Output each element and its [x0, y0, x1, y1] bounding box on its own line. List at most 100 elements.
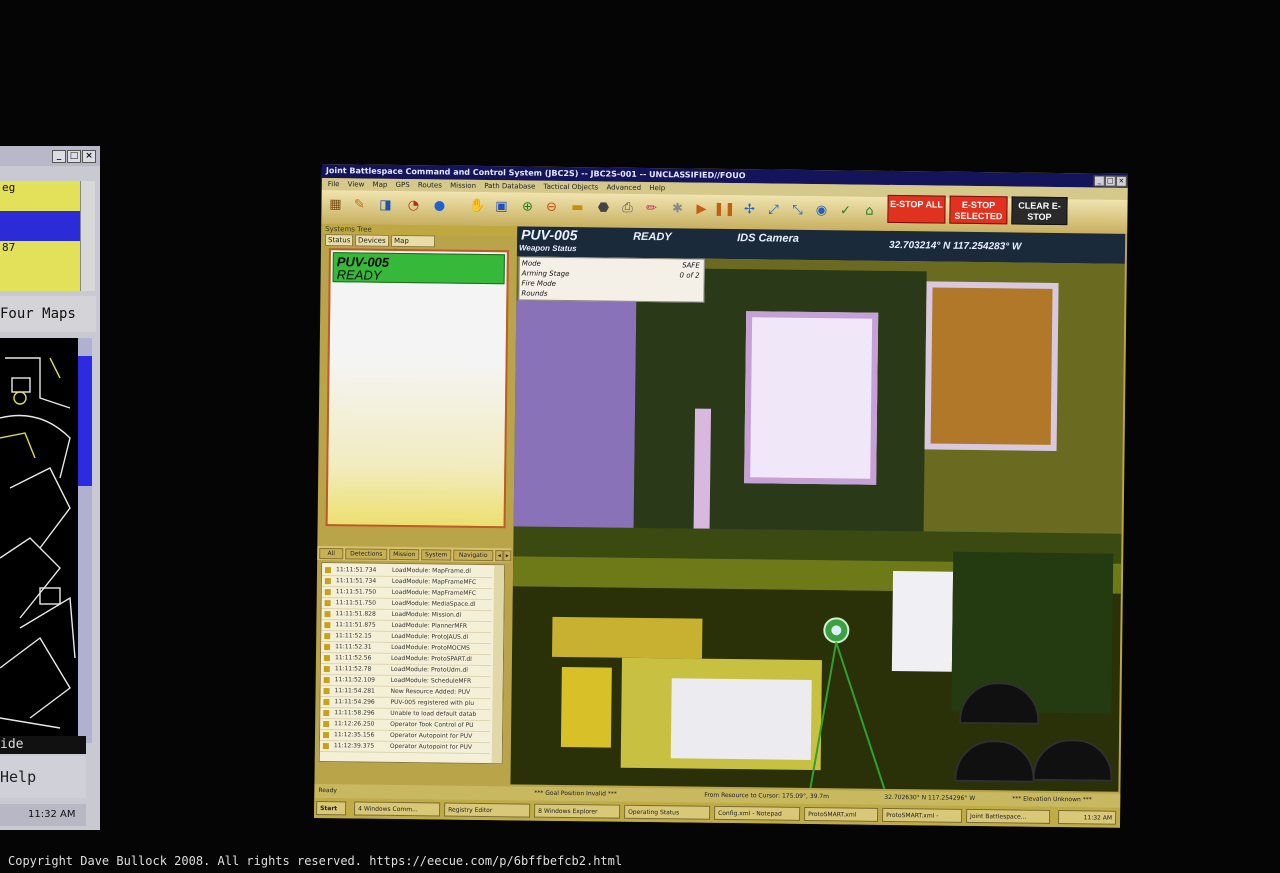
menu-gps[interactable]: GPS [396, 181, 410, 189]
maximize-button[interactable]: □ [1104, 175, 1116, 187]
log-tab-scroll-right[interactable]: ▸ [503, 550, 512, 562]
arming-stage-value: 0 of 2 [679, 271, 700, 280]
weapon-mode-label: Mode [521, 259, 541, 268]
log-message: Unable to load default datab [390, 709, 477, 718]
zoom-in-icon[interactable]: ⊕ [517, 197, 537, 217]
log-tab-detections[interactable]: Detections [345, 548, 388, 560]
aerial-camera-view[interactable]: Mode SAFE Arming Stage 0 of 2 Fire Mode … [510, 256, 1125, 792]
layers-icon[interactable]: ◨ [375, 196, 395, 216]
tab-status[interactable]: Status [324, 234, 354, 247]
log-time: 11:11:51.734 [336, 566, 377, 574]
menu-tactical-objects[interactable]: Tactical Objects [543, 183, 598, 192]
log-tab-system[interactable]: System [421, 549, 452, 561]
menu-mission[interactable]: Mission [450, 182, 476, 190]
route-icon[interactable]: ⤢ [763, 200, 783, 220]
open-icon[interactable]: ▦ [325, 195, 345, 215]
tab-devices[interactable]: Devices [354, 234, 390, 247]
gear-icon[interactable]: ✱ [667, 199, 687, 219]
vehicle-item[interactable]: PUV-005 READY [332, 252, 505, 285]
rounds-label: Rounds [521, 289, 548, 298]
globe-icon[interactable]: ● [429, 196, 449, 216]
log-time: 11:11:51.750 [335, 599, 376, 607]
play-icon[interactable]: ▶ [691, 200, 711, 220]
estop-all-button[interactable]: E-STOP ALL [887, 194, 946, 224]
help-button[interactable]: Help [0, 756, 86, 798]
task-operating-status[interactable]: Operating Status [624, 804, 711, 820]
start-button[interactable]: Start [316, 800, 347, 816]
left-list-row[interactable]: eg [0, 181, 80, 211]
log-message: LoadModule: MediaSpace.dl [391, 599, 476, 608]
vehicle-marker[interactable] [800, 610, 902, 791]
log-severity-icon [324, 644, 331, 651]
left-list-row[interactable]: 87 [0, 241, 80, 291]
camera-coordinates: 32.703214° N 117.254283° W [888, 239, 1022, 253]
close-button[interactable]: × [1115, 175, 1127, 187]
estop-selected-button[interactable]: E-STOP SELECTED [949, 195, 1008, 225]
clear-estop-label: CLEAR E-STOP [1018, 200, 1061, 222]
menu-path-database[interactable]: Path Database [484, 182, 535, 191]
clear-estop-button[interactable]: CLEAR E-STOP [1011, 196, 1068, 226]
log-message: LoadModule: ProtoSPART.dl [390, 654, 472, 663]
log-tab-mission[interactable]: Mission [389, 548, 420, 561]
task-registry-editor[interactable]: Registry Editor [444, 802, 531, 818]
log-message: Operator Autopoint for PUV [389, 731, 473, 740]
pencil-icon[interactable]: ✏ [641, 199, 661, 219]
log-tab-scroll-left[interactable]: ◂ [495, 550, 504, 562]
log-row[interactable]: 11:12:39.375 Operator Autopoint for PUV [319, 741, 490, 755]
menu-routes[interactable]: Routes [418, 181, 442, 189]
menu-advanced[interactable]: Advanced [606, 183, 641, 191]
fill-icon[interactable]: ⬣ [593, 198, 613, 218]
building-roof [551, 616, 703, 659]
left-monitor: _ □ × eg 87 Four Maps ide Help 11:32 AM [0, 146, 100, 830]
check-icon[interactable]: ✓ [835, 201, 855, 221]
camera-vehicle-status: READY [633, 230, 672, 244]
broom-icon[interactable]: ✎ [349, 195, 369, 215]
log-severity-icon [324, 578, 331, 585]
menu-file[interactable]: File [328, 180, 340, 188]
estop-selected-label: E-STOP SELECTED [954, 199, 1003, 222]
copyright-notice: Copyright Dave Bullock 2008. All rights … [8, 854, 623, 868]
log-severity-icon [322, 743, 329, 750]
log-tab-navigation[interactable]: Navigatio [453, 549, 494, 562]
hand-pan-icon[interactable]: ✋ [467, 197, 487, 217]
menu-view[interactable]: View [348, 180, 365, 188]
eye-icon[interactable]: ◉ [811, 201, 831, 221]
task-config-notepad[interactable]: Config.xml - Notepad [714, 805, 801, 821]
clock-icon[interactable]: ◔ [403, 196, 423, 216]
waypoint-icon[interactable]: ✢ [739, 200, 759, 220]
task-windows-explorer[interactable]: 8 Windows Explorer [534, 803, 621, 819]
task-protosmart-1[interactable]: ProtoSMART.xml [804, 806, 879, 822]
select-icon[interactable]: ▣ [491, 197, 511, 217]
maximize-button[interactable]: □ [67, 150, 81, 163]
building-roof [924, 281, 1059, 451]
four-maps-button[interactable]: Four Maps [0, 296, 96, 332]
log-message: LoadModule: ProtoMOCMS [391, 643, 470, 652]
status-ready: Ready [318, 787, 338, 795]
log-message: LoadModule: ProtoUdm.dl [390, 665, 468, 674]
log-tab-all[interactable]: All [319, 547, 344, 560]
route-edit-icon[interactable]: ⤡ [787, 201, 807, 221]
left-list-scrollbar[interactable] [80, 181, 95, 291]
minimize-button[interactable]: _ [1093, 175, 1105, 187]
close-button[interactable]: × [82, 150, 96, 163]
tab-map-layers[interactable]: Map Layers [390, 234, 436, 256]
home-icon[interactable]: ⌂ [859, 202, 879, 222]
task-windows-comm[interactable]: 4 Windows Comm... [354, 801, 441, 817]
log-scrollbar[interactable] [491, 565, 505, 764]
zoom-out-icon[interactable]: ⊖ [541, 198, 561, 218]
log-message: LoadModule: MapFrameMFC [391, 588, 477, 597]
menu-help[interactable]: Help [649, 184, 665, 192]
minimize-button[interactable]: _ [52, 150, 66, 163]
pause-icon[interactable]: ❚❚ [713, 200, 735, 220]
left-list-row-selected[interactable] [0, 211, 80, 241]
task-joint-battlespace[interactable]: Joint Battlespace... [965, 808, 1051, 824]
ruler-icon[interactable]: ▬ [567, 198, 587, 218]
print-icon[interactable]: ⎙ [617, 199, 637, 219]
vector-map-view[interactable] [0, 338, 78, 743]
task-protosmart-2[interactable]: ProtoSMART.xml - [882, 807, 963, 823]
left-clock: 11:32 AM [28, 809, 76, 820]
log-severity-icon [324, 633, 331, 640]
log-message: LoadModule: MapFrameMFC [391, 577, 477, 586]
map-scrollbar-thumb[interactable] [78, 356, 92, 486]
menu-map[interactable]: Map [373, 181, 388, 189]
